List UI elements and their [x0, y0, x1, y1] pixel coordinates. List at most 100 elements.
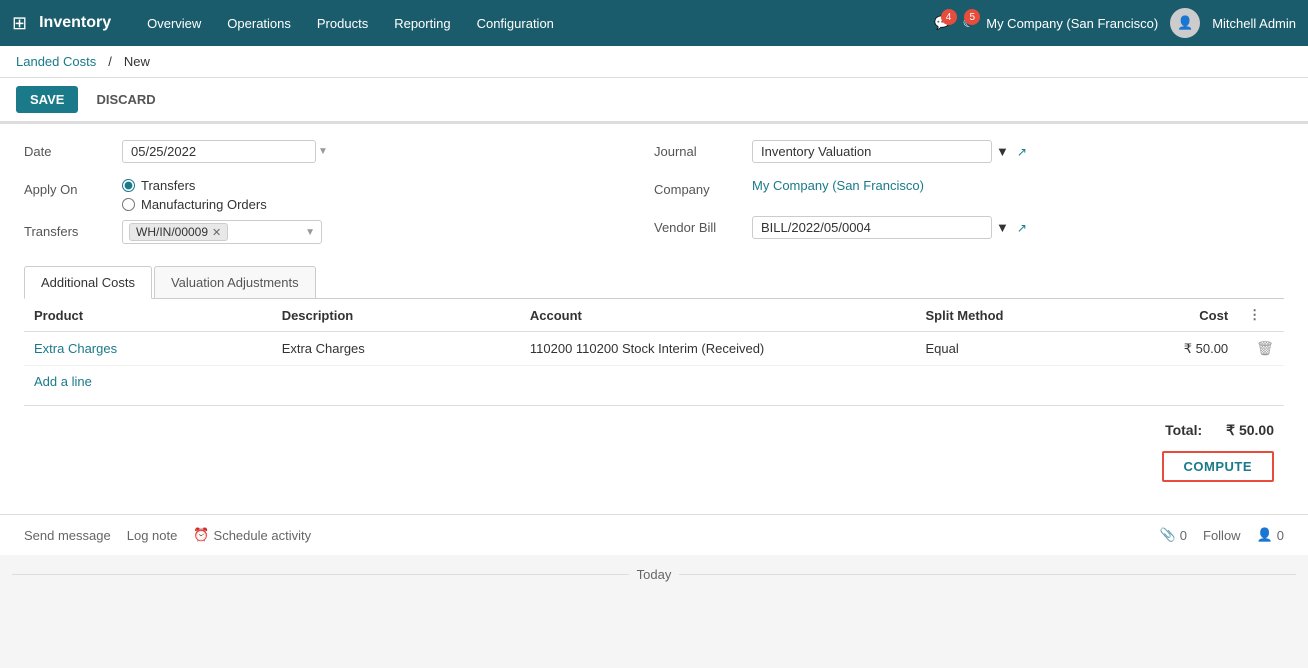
nav-configuration[interactable]: Configuration: [465, 10, 566, 37]
row-description: Extra Charges: [272, 332, 520, 366]
tabs: Additional Costs Valuation Adjustments: [24, 266, 1284, 298]
add-line-button[interactable]: Add a line: [24, 366, 1284, 397]
today-label: Today: [637, 567, 672, 582]
col-header-account: Account: [520, 299, 916, 332]
chat-badge: 4: [941, 9, 957, 25]
nav-operations[interactable]: Operations: [215, 10, 303, 37]
apply-on-row: Apply On Transfers Manufacturing Orders: [24, 178, 654, 212]
breadcrumb-current: New: [124, 54, 150, 69]
main-form: Date ▼ Apply On Transfers Manufacturing: [0, 123, 1308, 514]
followers-icon: 👤: [1257, 527, 1273, 543]
save-button[interactable]: SAVE: [16, 86, 78, 113]
app-name[interactable]: Inventory: [39, 14, 111, 32]
total-label: Total:: [1165, 422, 1202, 439]
delete-row-icon[interactable]: 🗑: [1256, 340, 1274, 356]
user-name: Mitchell Admin: [1212, 16, 1296, 31]
tab-valuation-adjustments[interactable]: Valuation Adjustments: [154, 266, 316, 298]
company-value[interactable]: My Company (San Francisco): [752, 178, 924, 193]
nav-products[interactable]: Products: [305, 10, 380, 37]
journal-label: Journal: [654, 140, 744, 159]
compute-button[interactable]: COMPUTE: [1162, 451, 1275, 482]
row-product: Extra Charges: [24, 332, 272, 366]
row-cost: ₹ 50.00: [1139, 332, 1239, 366]
journal-row: Journal ▼ ↗: [654, 140, 1284, 170]
date-input[interactable]: [122, 140, 316, 163]
tabs-container: Additional Costs Valuation Adjustments: [24, 266, 1284, 299]
transfer-tag-remove[interactable]: ✕: [212, 226, 221, 239]
transfers-label: Transfers: [24, 220, 114, 239]
chat-icon-button[interactable]: 💬 4: [934, 15, 950, 31]
col-header-cost: Cost: [1139, 299, 1239, 332]
company-name: My Company (San Francisco): [986, 16, 1158, 31]
radio-manufacturing[interactable]: Manufacturing Orders: [122, 197, 267, 212]
col-header-options: ⋮: [1238, 299, 1284, 332]
vendor-bill-external-link-icon[interactable]: ↗: [1017, 221, 1027, 235]
top-navigation: ⊞ Inventory Overview Operations Products…: [0, 0, 1308, 46]
date-dropdown-icon[interactable]: ▼: [318, 146, 328, 157]
footer-right: 📎 0 Follow 👤 0: [1160, 527, 1284, 543]
product-link[interactable]: Extra Charges: [34, 341, 117, 356]
journal-field-container: ▼ ↗: [752, 140, 1027, 163]
vendor-bill-input[interactable]: [752, 216, 992, 239]
tab-additional-costs[interactable]: Additional Costs: [24, 266, 152, 299]
avatar: 👤: [1170, 8, 1200, 38]
breadcrumb: Landed Costs / New: [0, 46, 1308, 78]
attachment-icon: 📎: [1160, 527, 1176, 543]
radio-manufacturing-input[interactable]: [122, 198, 135, 211]
date-field-container: ▼: [122, 140, 328, 163]
vendor-bill-field-container: ▼ ↗: [752, 216, 1027, 239]
additional-costs-table: Product Description Account Split Method…: [24, 299, 1284, 366]
action-bar: SAVE DISCARD: [0, 78, 1308, 122]
transfers-dropdown-icon[interactable]: ▼: [305, 227, 315, 238]
send-message-button[interactable]: Send message: [24, 528, 111, 543]
discard-button[interactable]: DISCARD: [86, 86, 165, 113]
transfer-tag: WH/IN/00009 ✕: [129, 223, 228, 241]
radio-manufacturing-label: Manufacturing Orders: [141, 197, 267, 212]
apply-on-options: Transfers Manufacturing Orders: [122, 178, 267, 212]
footer: Send message Log note ⏰ Schedule activit…: [0, 514, 1308, 555]
journal-input[interactable]: [752, 140, 992, 163]
vendor-bill-dropdown-icon[interactable]: ▼: [996, 220, 1009, 235]
vendor-bill-row: Vendor Bill ▼ ↗: [654, 216, 1284, 246]
followers-count: 👤 0: [1257, 527, 1284, 543]
total-value: ₹ 50.00: [1226, 422, 1274, 439]
breadcrumb-parent[interactable]: Landed Costs: [16, 54, 96, 69]
journal-dropdown-icon[interactable]: ▼: [996, 144, 1009, 159]
transfer-tag-value: WH/IN/00009: [136, 225, 208, 239]
activity-icon-button[interactable]: ☾ 5: [963, 15, 975, 31]
col-header-split-method: Split Method: [916, 299, 1139, 332]
table-header-row: Product Description Account Split Method…: [24, 299, 1284, 332]
app-grid-icon[interactable]: ⊞: [12, 13, 27, 34]
nav-overview[interactable]: Overview: [135, 10, 213, 37]
follow-button[interactable]: Follow: [1203, 528, 1241, 543]
today-separator: Today: [0, 555, 1308, 594]
date-row: Date ▼: [24, 140, 654, 170]
breadcrumb-separator: /: [108, 54, 112, 69]
row-split-method: Equal: [916, 332, 1139, 366]
apply-on-label: Apply On: [24, 178, 114, 197]
transfers-row: Transfers WH/IN/00009 ✕ ▼: [24, 220, 654, 250]
clock-icon: ⏰: [193, 527, 209, 543]
activity-badge: 5: [964, 9, 980, 25]
row-delete-cell: 🗑: [1238, 332, 1284, 366]
schedule-activity-button[interactable]: ⏰ Schedule activity: [193, 527, 311, 543]
total-row: Total: ₹ 50.00: [1165, 422, 1274, 439]
col-header-product: Product: [24, 299, 272, 332]
radio-transfers-input[interactable]: [122, 179, 135, 192]
radio-transfers[interactable]: Transfers: [122, 178, 267, 193]
journal-external-link-icon[interactable]: ↗: [1017, 145, 1027, 159]
total-section: Total: ₹ 50.00 COMPUTE: [24, 405, 1284, 490]
company-label: Company: [654, 178, 744, 197]
company-row: Company My Company (San Francisco): [654, 178, 1284, 208]
row-account: 110200 110200 Stock Interim (Received): [520, 332, 916, 366]
table-row: Extra Charges Extra Charges 110200 11020…: [24, 332, 1284, 366]
form-left-col: Date ▼ Apply On Transfers Manufacturing: [24, 140, 654, 250]
transfers-input[interactable]: WH/IN/00009 ✕ ▼: [122, 220, 322, 244]
header-right: 💬 4 ☾ 5 My Company (San Francisco) 👤 Mit…: [934, 8, 1296, 38]
radio-transfers-label: Transfers: [141, 178, 195, 193]
nav-reporting[interactable]: Reporting: [382, 10, 462, 37]
column-options-icon[interactable]: ⋮: [1248, 307, 1261, 322]
date-label: Date: [24, 140, 114, 159]
log-note-button[interactable]: Log note: [127, 528, 178, 543]
form-fields: Date ▼ Apply On Transfers Manufacturing: [24, 140, 1284, 250]
